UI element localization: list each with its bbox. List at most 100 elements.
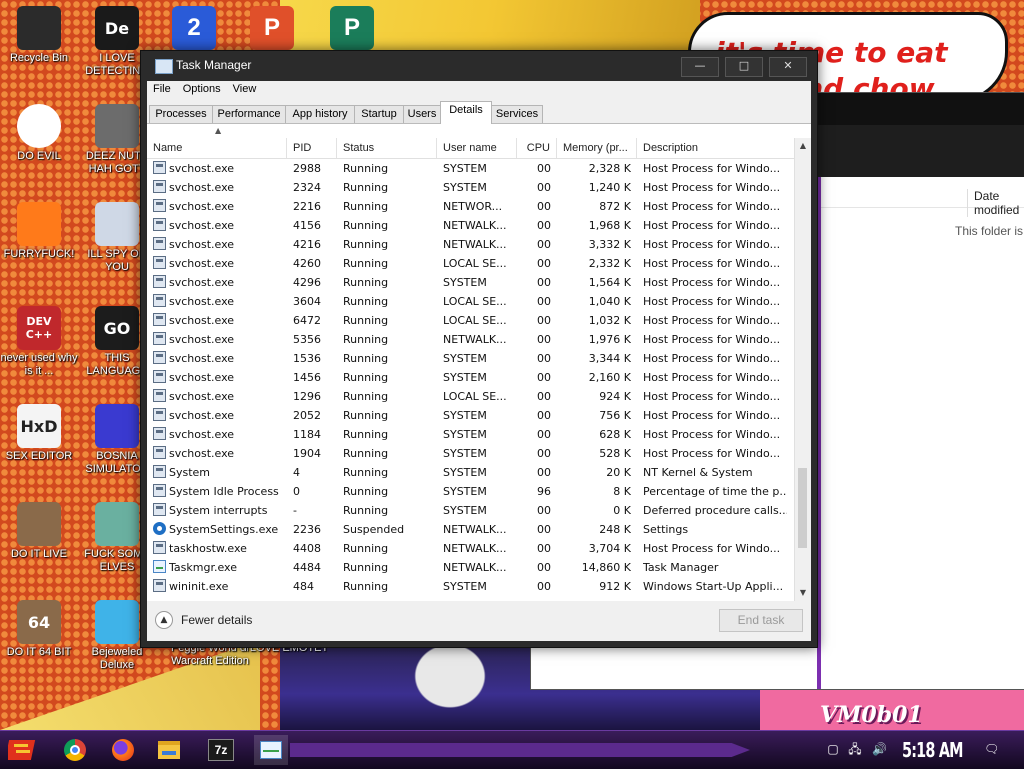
menu-view[interactable]: View <box>227 81 263 95</box>
desktop-icon[interactable]: HxD SEX EDITOR <box>0 404 78 463</box>
maximize-button[interactable]: □ <box>725 57 763 77</box>
action-center-icon[interactable]: 🗨 <box>984 742 999 756</box>
process-desc-cell: Deferred procedure calls... <box>643 504 787 517</box>
menu-options[interactable]: Options <box>177 81 227 95</box>
tab-app-history[interactable]: App history <box>285 105 355 123</box>
fewer-details-chevron-icon[interactable]: ▲ <box>155 611 173 629</box>
process-name-cell: wininit.exe <box>169 580 229 593</box>
process-row[interactable]: System Idle Process 0 Running SYSTEM 96 8 K Pe… <box>147 482 795 501</box>
process-name-cell: svchost.exe <box>169 390 235 403</box>
process-row[interactable]: System interrupts - Running SYSTEM 00 0 K Defe… <box>147 501 795 520</box>
task-manager-titlebar[interactable]: Task Manager — □ ✕ <box>141 51 817 81</box>
start-button[interactable] <box>4 736 38 764</box>
task-manager-window[interactable]: Task Manager — □ ✕ File Options View Proce… <box>140 50 818 648</box>
taskbar-file-explorer[interactable] <box>152 735 186 765</box>
column-description[interactable]: Description <box>637 138 787 158</box>
process-pid-cell: 5356 <box>293 333 321 346</box>
process-row[interactable]: svchost.exe 1536 Running SYSTEM 00 3,344 K Hos… <box>147 349 795 368</box>
process-row[interactable]: svchost.exe 4260 Running LOCAL SE... 00 2,332… <box>147 254 795 273</box>
process-row[interactable]: svchost.exe 2324 Running SYSTEM 00 1,240 K Hos… <box>147 178 795 197</box>
taskbar-clock[interactable]: 5:18 AM <box>902 738 963 762</box>
process-row[interactable]: svchost.exe 2216 Running NETWOR... 00 872 K Ho… <box>147 197 795 216</box>
process-icon <box>153 541 166 554</box>
network-icon[interactable]: 🖧 <box>848 742 862 756</box>
process-row[interactable]: svchost.exe 4156 Running NETWALK... 00 1,968 … <box>147 216 795 235</box>
column-name[interactable]: Name <box>147 138 287 158</box>
column-cpu[interactable]: CPU <box>517 138 557 158</box>
vertical-scrollbar[interactable]: ▲ ▼ <box>794 138 811 601</box>
process-user-cell: SYSTEM <box>443 485 487 498</box>
process-cpu-cell: 00 <box>537 314 551 327</box>
app-p-icon[interactable]: P <box>250 6 294 50</box>
scroll-down-icon[interactable]: ▼ <box>795 585 811 601</box>
desktop-icon[interactable]: DO IT LIVE <box>0 502 78 561</box>
taskbar-chrome[interactable] <box>58 735 92 765</box>
menu-file[interactable]: File <box>147 81 177 95</box>
volume-icon[interactable]: 🔊 <box>872 742 887 756</box>
desktop-icon[interactable]: DEV C++ never used why is it ... <box>0 306 78 378</box>
process-row[interactable]: svchost.exe 1904 Running SYSTEM 00 528 K Host … <box>147 444 795 463</box>
process-desc-cell: Host Process for Windo... <box>643 352 781 365</box>
desktop-icon[interactable]: FURRYFUCK! <box>0 202 78 261</box>
tab-services[interactable]: Services <box>491 105 543 123</box>
process-row[interactable]: svchost.exe 6472 Running LOCAL SE... 00 1,032… <box>147 311 795 330</box>
process-pid-cell: 4484 <box>293 561 321 574</box>
process-row[interactable]: svchost.exe 4296 Running SYSTEM 00 1,564 K Hos… <box>147 273 795 292</box>
show-hidden-icons-icon[interactable]: ▢ <box>826 742 840 756</box>
process-mem-cell: 528 K <box>599 447 631 460</box>
process-user-cell: NETWALK... <box>443 561 507 574</box>
process-pid-cell: 2324 <box>293 181 321 194</box>
desktop-icon[interactable]: Recycle Bin <box>0 6 78 65</box>
process-row[interactable]: System 4 Running SYSTEM 00 20 K NT Kernel & Sy… <box>147 463 795 482</box>
column-memory[interactable]: Memory (pr... <box>557 138 637 158</box>
date-modified-column[interactable]: Date modified <box>967 189 1024 217</box>
process-pid-cell: 4156 <box>293 219 321 232</box>
process-row[interactable]: svchost.exe 1456 Running SYSTEM 00 2,160 K Hos… <box>147 368 795 387</box>
desktop-icon[interactable]: DO EVIL <box>0 104 78 163</box>
fewer-details-link[interactable]: Fewer details <box>181 613 252 627</box>
process-row[interactable]: wininit.exe 484 Running SYSTEM 00 912 K Window… <box>147 577 795 596</box>
minimize-button[interactable]: — <box>681 57 719 77</box>
process-mem-cell: 20 K <box>606 466 631 479</box>
firefox-icon <box>112 739 134 761</box>
process-row[interactable]: taskhostw.exe 4408 Running NETWALK... 00 3,70… <box>147 539 795 558</box>
taskbar-firefox[interactable] <box>106 735 140 765</box>
publisher-icon[interactable]: P <box>330 6 374 50</box>
process-row[interactable]: svchost.exe 5356 Running NETWALK... 00 1,976 … <box>147 330 795 349</box>
process-icon <box>153 237 166 250</box>
app-2-icon[interactable]: 2 <box>172 6 216 50</box>
process-row[interactable]: SystemSettings.exe 2236 Suspended NETWALK..… <box>147 520 795 539</box>
process-cpu-cell: 00 <box>537 219 551 232</box>
process-cpu-cell: 00 <box>537 371 551 384</box>
process-name-cell: svchost.exe <box>169 276 235 289</box>
process-mem-cell: 248 K <box>599 523 631 536</box>
process-row[interactable]: svchost.exe 2052 Running SYSTEM 00 756 K Host … <box>147 406 795 425</box>
taskbar-task-manager[interactable] <box>254 735 288 765</box>
process-row[interactable]: svchost.exe 1184 Running SYSTEM 00 628 K Host … <box>147 425 795 444</box>
column-pid[interactable]: PID <box>287 138 337 158</box>
process-row[interactable]: Taskmgr.exe 4484 Running NETWALK... 00 14,860… <box>147 558 795 577</box>
tab-users[interactable]: Users <box>403 105 441 123</box>
end-task-button[interactable]: End task <box>719 609 803 632</box>
process-mem-cell: 8 K <box>613 485 631 498</box>
column-user-name[interactable]: User name <box>437 138 517 158</box>
process-row[interactable]: svchost.exe 2988 Running SYSTEM 00 2,328 K Hos… <box>147 159 795 178</box>
process-row[interactable]: svchost.exe 3604 Running LOCAL SE... 00 1,040… <box>147 292 795 311</box>
tab-performance[interactable]: Performance <box>212 105 286 123</box>
tab-startup[interactable]: Startup <box>354 105 404 123</box>
column-status[interactable]: Status <box>337 138 437 158</box>
task-manager-icon <box>155 59 173 74</box>
process-row[interactable]: svchost.exe 1296 Running LOCAL SE... 00 924 K… <box>147 387 795 406</box>
process-row[interactable]: svchost.exe 4216 Running NETWALK... 00 3,332 … <box>147 235 795 254</box>
tab-details[interactable]: Details <box>440 101 492 124</box>
explorer-column-header[interactable]: Date modified <box>821 185 1024 217</box>
tab-processes[interactable]: Processes <box>149 105 213 123</box>
process-pid-cell: 2052 <box>293 409 321 422</box>
process-status-cell: Running <box>343 390 389 403</box>
taskbar-7zip[interactable]: 7z <box>204 735 238 765</box>
scroll-up-icon[interactable]: ▲ <box>795 138 811 154</box>
close-button[interactable]: ✕ <box>769 57 807 77</box>
scroll-thumb[interactable] <box>798 468 807 548</box>
desktop-icon[interactable]: 64 DO IT 64 BIT <box>0 600 78 659</box>
process-mem-cell: 3,704 K <box>588 542 631 555</box>
